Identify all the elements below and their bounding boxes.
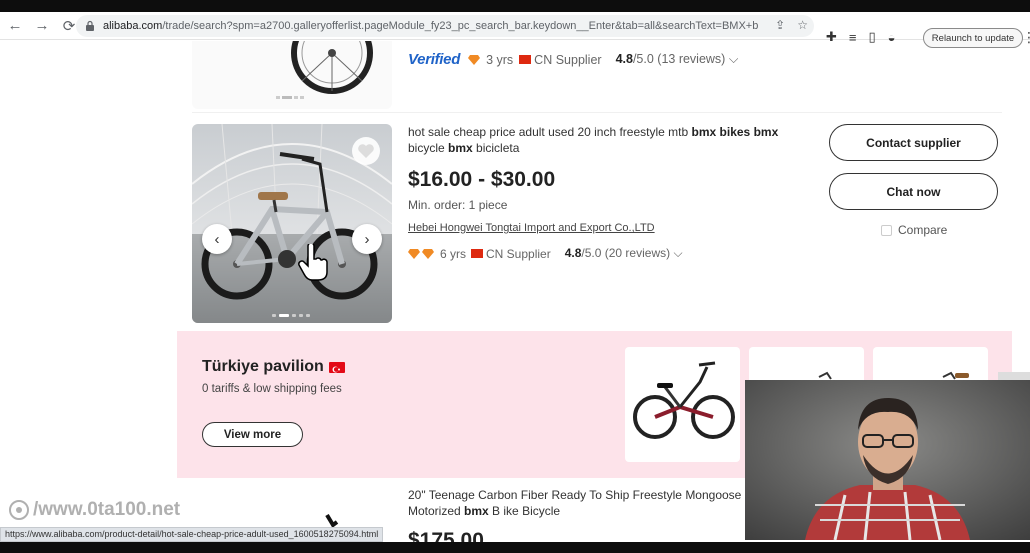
pavilion-product-card[interactable] — [625, 347, 740, 462]
checkbox[interactable] — [881, 224, 892, 236]
cn-flag-icon — [519, 55, 532, 64]
verified-badge[interactable]: Verified — [408, 51, 460, 68]
pavilion-subtitle: 0 tariffs & low shipping fees — [202, 383, 342, 395]
browser-toolbar: ← → ⟳ alibaba.com/trade/search?spm=a2700… — [0, 12, 1030, 48]
chat-now-button[interactable]: Chat now — [829, 173, 998, 210]
company-link[interactable]: Hebei Hongwei Tongtai Import and Export … — [408, 222, 655, 234]
webcam-overlay — [745, 380, 1030, 540]
contact-supplier-button[interactable]: Contact supplier — [829, 124, 998, 161]
turkey-flag-icon — [328, 361, 345, 373]
page-content: Verified 3 yrs CN Supplier 4.8/5.0 (13 r… — [0, 41, 1030, 553]
compare-label: Compare — [898, 223, 948, 237]
prev-product-image[interactable] — [192, 41, 392, 109]
supplier-type: CN Supplier — [534, 52, 602, 67]
divider — [192, 112, 1002, 113]
supplier-rating[interactable]: 4.8/5.0 (13 reviews) ⌵ — [616, 52, 739, 67]
watermark-logo-icon — [9, 500, 29, 520]
next-product-title[interactable]: 20" Teenage Carbon Fiber Ready To Ship F… — [408, 487, 753, 519]
compare-checkbox[interactable]: Compare — [881, 223, 947, 237]
product-title[interactable]: hot sale cheap price adult used 20 inch … — [408, 124, 798, 156]
image-next-button[interactable]: › — [352, 224, 382, 254]
address-bar[interactable]: alibaba.com/trade/search?spm=a2700.galle… — [76, 15, 814, 37]
diamond-icon — [408, 248, 420, 259]
supplier-rating[interactable]: 4.8/5.0 (20 reviews) ⌵ — [565, 246, 683, 261]
diamond-icon — [468, 54, 481, 65]
cn-flag-icon — [471, 249, 484, 258]
product-price: $16.00 - $30.00 — [408, 168, 556, 191]
supplier-years: 3 yrs — [486, 52, 514, 67]
url-text: alibaba.com/trade/search?spm=a2700.galle… — [103, 20, 758, 32]
supplier-type: CN Supplier — [486, 246, 551, 261]
min-order: Min. order: 1 piece — [408, 198, 508, 212]
forward-button[interactable]: → — [30, 14, 54, 38]
bottom-black-bar — [0, 542, 1030, 553]
link-status-bar: https://www.alibaba.com/product-detail/h… — [0, 527, 384, 542]
back-button[interactable]: ← — [3, 14, 27, 38]
top-black-bar — [0, 0, 1030, 12]
prev-supplier-line: Verified 3 yrs CN Supplier 4.8/5.0 (13 r… — [408, 51, 738, 68]
watermark: /www.0ta100.net — [8, 499, 180, 521]
view-more-button[interactable]: View more — [202, 422, 303, 447]
lock-icon — [86, 20, 94, 31]
supplier-line: 6 yrs CN Supplier 4.8/5.0 (20 reviews) ⌵ — [408, 246, 683, 261]
image-pagination-dots — [272, 314, 310, 317]
bookmark-star-icon[interactable]: ☆ — [797, 18, 808, 32]
hand-cursor-icon — [298, 244, 328, 281]
diamond-icon — [422, 248, 434, 259]
share-icon[interactable]: ⇪ — [775, 18, 785, 32]
favorite-heart-icon[interactable] — [352, 137, 380, 165]
supplier-years: 6 yrs — [440, 246, 467, 261]
pavilion-title: Türkiye pavilion — [202, 358, 345, 376]
image-prev-button[interactable]: ‹ — [202, 224, 232, 254]
